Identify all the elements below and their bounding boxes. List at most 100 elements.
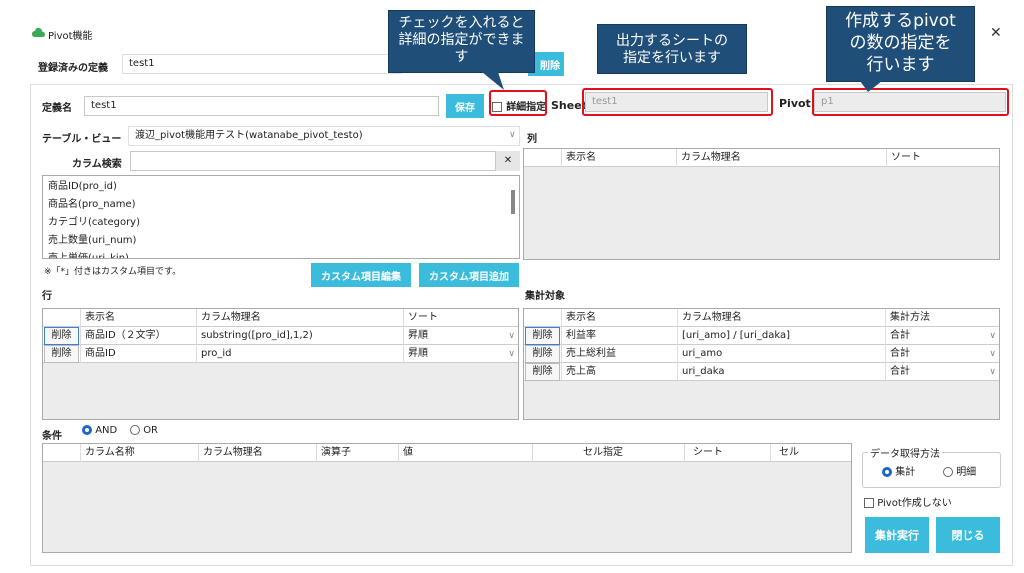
row-physical-name[interactable]: pro_id <box>196 345 403 363</box>
agg-display-name[interactable]: 売上高 <box>561 363 677 381</box>
no-pivot-label: Pivot作成しない <box>877 498 952 509</box>
agg-grid[interactable]: 表示名 カラム物理名 集計方法 削除 利益率 [uri_amo] / [uri_… <box>523 308 1000 420</box>
list-item[interactable]: 売上数量(uri_num) <box>43 232 519 250</box>
table-view-chevron-down-icon: ∨ <box>509 130 516 140</box>
cond-header: 値 <box>398 444 532 462</box>
list-item[interactable]: 商品名(pro_name) <box>43 196 519 214</box>
pivot-highlight <box>812 88 1009 116</box>
detail-radio-label: 明細 <box>956 467 977 478</box>
cond-header: カラム物理名 <box>198 444 316 462</box>
and-radio-row[interactable]: AND <box>82 425 117 436</box>
conditions-grid[interactable]: カラム名称 カラム物理名 演算子 値 セル指定 シート セル <box>42 443 852 553</box>
col-header: ソート <box>886 149 998 167</box>
chevron-down-icon: ∨ <box>989 367 996 377</box>
save-button[interactable]: 保存 <box>446 94 484 118</box>
registered-select[interactable]: test1 <box>122 54 402 74</box>
table-row: 削除 売上総利益 uri_amo 合計 ∨ <box>524 345 999 363</box>
app-icon <box>32 27 45 38</box>
and-radio[interactable] <box>82 425 92 435</box>
agg-section-label: 集計対象 <box>525 291 565 302</box>
no-pivot-checkbox[interactable] <box>864 498 874 508</box>
sheet-callout: 出力するシートの 指定を行います <box>597 24 747 74</box>
row-display-name[interactable]: 商品ID <box>80 345 196 363</box>
agg-method-select[interactable]: 合計 <box>885 327 998 345</box>
or-radio-row[interactable]: OR <box>130 425 158 436</box>
detail-callout-pointer <box>476 72 506 92</box>
agg-radio-label: 集計 <box>895 467 916 478</box>
delete-row-button[interactable]: 削除 <box>525 327 560 345</box>
detail-callout: チェックを入れると 詳細の指定ができま す <box>388 10 535 73</box>
chevron-down-icon: ∨ <box>508 349 515 359</box>
definition-name-input[interactable]: test1 <box>84 96 439 116</box>
close-button[interactable]: 閉じる <box>936 517 1000 553</box>
chevron-down-icon: ∨ <box>508 331 515 341</box>
table-row: 削除 商品ID pro_id 昇順 ∨ <box>43 345 518 363</box>
pivot-callout-pointer <box>858 81 884 93</box>
detail-radio-row[interactable]: 明細 <box>943 463 976 478</box>
table-row: 削除 商品ID（２文字） substring([pro_id],1,2) 昇順 … <box>43 327 518 345</box>
agg-physical-name[interactable]: uri_daka <box>677 363 885 381</box>
agg-physical-name[interactable]: uri_amo <box>677 345 885 363</box>
agg-physical-name[interactable]: [uri_amo] / [uri_daka] <box>677 327 885 345</box>
delete-row-button[interactable]: 削除 <box>525 363 560 381</box>
agg-method-select[interactable]: 合計 <box>885 363 998 381</box>
cond-header: セル <box>770 444 851 462</box>
row-display-name[interactable]: 商品ID（２文字） <box>80 327 196 345</box>
custom-edit-button[interactable]: カスタム項目編集 <box>311 263 411 287</box>
registered-label: 登録済みの定義 <box>38 63 108 74</box>
list-item[interactable]: 商品ID(pro_id) <box>43 178 519 196</box>
close-icon[interactable]: ✕ <box>990 25 1002 41</box>
detail-radio[interactable] <box>943 467 953 477</box>
list-scrollbar[interactable] <box>511 190 515 214</box>
row-header: 表示名 <box>80 309 193 327</box>
cond-header: シート <box>684 444 770 462</box>
table-row: 削除 利益率 [uri_amo] / [uri_daka] 合計 ∨ <box>524 327 999 345</box>
delete-row-button[interactable]: 削除 <box>525 345 560 363</box>
table-view-label: テーブル・ビュー <box>42 134 122 145</box>
table-row: 削除 売上高 uri_daka 合計 ∨ <box>524 363 999 381</box>
agg-radio-row[interactable]: 集計 <box>882 463 915 478</box>
agg-header: カラム物理名 <box>677 309 885 327</box>
and-label: AND <box>95 425 118 436</box>
column-list[interactable]: 商品ID(pro_id) 商品名(pro_name) カテゴリ(category… <box>42 175 520 259</box>
or-label: OR <box>143 425 159 436</box>
custom-note: ※「*」付きはカスタム項目です。 <box>44 267 182 277</box>
table-view-select[interactable]: 渡辺_pivot機能用テスト(watanabe_pivot_testo) <box>128 126 520 146</box>
no-pivot-row[interactable]: Pivot作成しない <box>864 494 952 509</box>
column-search-label: カラム検索 <box>72 159 122 170</box>
run-button[interactable]: 集計実行 <box>865 517 929 553</box>
data-method-label: データ取得方法 <box>868 445 942 460</box>
sheet-highlight <box>582 88 773 116</box>
agg-method-select[interactable]: 合計 <box>885 345 998 363</box>
cond-header: セル指定 <box>532 444 684 462</box>
or-radio[interactable] <box>130 425 140 435</box>
list-item[interactable]: カテゴリ(category) <box>43 214 519 232</box>
row-physical-name[interactable]: substring([pro_id],1,2) <box>196 327 403 345</box>
list-item[interactable]: 売上単価(uri_kin) <box>43 250 519 258</box>
delete-row-button[interactable]: 削除 <box>44 327 79 345</box>
col-grid[interactable]: 表示名 カラム物理名 ソート <box>523 148 1000 260</box>
definition-label: 定義名 <box>42 103 72 114</box>
detail-highlight <box>489 90 547 116</box>
agg-display-name[interactable]: 利益率 <box>561 327 677 345</box>
row-section-label: 行 <box>42 291 52 302</box>
cond-header: 演算子 <box>316 444 398 462</box>
window-title: Pivot機能 <box>48 31 93 42</box>
delete-row-button[interactable]: 削除 <box>44 345 79 363</box>
conditions-label: 条件 <box>42 431 62 442</box>
custom-add-button[interactable]: カスタム項目追加 <box>419 263 519 287</box>
agg-radio[interactable] <box>882 467 892 477</box>
col-section-label: 列 <box>527 134 537 145</box>
row-sort-select[interactable]: 昇順 <box>403 345 517 363</box>
column-search-input[interactable] <box>130 151 496 171</box>
chevron-down-icon: ∨ <box>989 349 996 359</box>
col-header: カラム物理名 <box>676 149 886 167</box>
agg-display-name[interactable]: 売上総利益 <box>561 345 677 363</box>
clear-icon: ✕ <box>503 155 513 166</box>
row-header: ソート <box>403 309 517 327</box>
clear-search-button[interactable]: ✕ <box>496 151 520 171</box>
row-grid[interactable]: 表示名 カラム物理名 ソート 削除 商品ID（２文字） substring([p… <box>42 308 519 420</box>
agg-header: 表示名 <box>561 309 674 327</box>
row-sort-select[interactable]: 昇順 <box>403 327 517 345</box>
pivot-callout: 作成するpivot の数の指定を 行います <box>826 6 975 82</box>
